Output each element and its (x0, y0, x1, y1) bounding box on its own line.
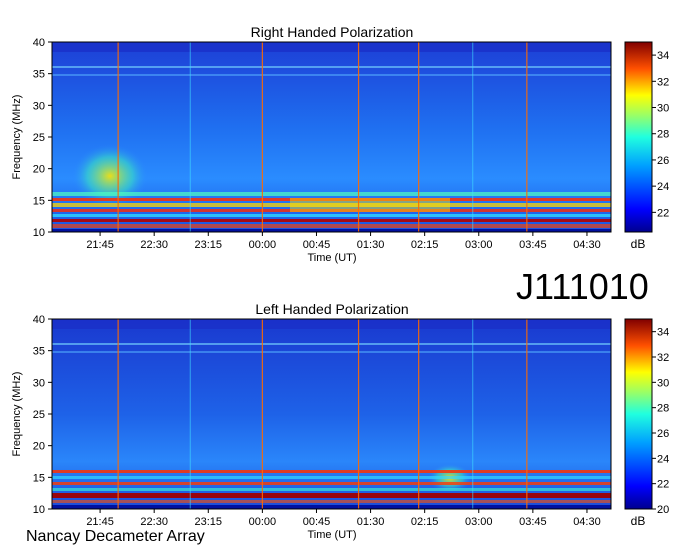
plot-area-left (51, 318, 612, 510)
colorbar-tick-label: 24 (657, 181, 669, 193)
observation-id: J111010 (516, 266, 649, 307)
x-axis-right: 21:45 22:30 23:15 00:00 00:45 01:30 02:15 03:00… (86, 232, 601, 251)
chart-title-left: Left Handed Polarization (255, 301, 408, 317)
y-tick-label: 35 (33, 69, 45, 81)
colorbar-tick-label: 28 (657, 403, 669, 415)
y-tick-label: 30 (33, 377, 45, 389)
colorbar-tick-label: 26 (657, 428, 669, 440)
colorbar-left (624, 318, 653, 510)
colorbar-tick-label: 30 (657, 377, 669, 389)
x-tick-label: 01:30 (357, 239, 385, 251)
colorbar-tick-label: 20 (657, 504, 669, 516)
x-tick-label: 00:00 (249, 239, 277, 251)
x-tick-label: 03:00 (465, 239, 493, 251)
x-tick-label: 03:45 (519, 239, 547, 251)
y-tick-label: 10 (33, 504, 45, 516)
x-tick-label: 04:30 (573, 239, 601, 251)
y-tick-label: 25 (33, 409, 45, 421)
colorbar-right (624, 41, 653, 233)
instrument-name: Nancay Decameter Array (26, 528, 205, 545)
y-axis-label-right: Frequency (MHz) (11, 95, 23, 180)
y-tick-label: 15 (33, 472, 45, 484)
colorbar-tick-label: 28 (657, 129, 669, 141)
x-tick-label: 22:30 (140, 239, 168, 251)
colorbar-tick-label: 22 (657, 207, 669, 219)
heatmap-band (290, 198, 450, 212)
x-tick-label: 21:45 (86, 239, 114, 251)
x-tick-label: 21:45 (86, 516, 114, 528)
colorbar-tick-label: 34 (657, 50, 669, 62)
x-tick-label: 03:00 (465, 516, 493, 528)
panel-right-handed: Right Handed Polarization 10 15 20 25 30 35 40… (11, 24, 669, 264)
y-tick-label: 40 (33, 314, 45, 326)
x-tick-label: 00:45 (303, 516, 331, 528)
y-tick-label: 35 (33, 346, 45, 358)
x-tick-label: 00:45 (303, 239, 331, 251)
colorbar-tick-label: 32 (657, 76, 669, 88)
colorbar-tick-label: 24 (657, 453, 669, 465)
y-tick-label: 20 (33, 441, 45, 453)
x-tick-label: 02:15 (411, 239, 439, 251)
plot-area-right (51, 41, 612, 233)
y-tick-label: 25 (33, 132, 45, 144)
x-tick-label: 01:30 (357, 516, 385, 528)
x-axis-label-left: Time (UT) (307, 529, 356, 541)
x-tick-label: 03:45 (519, 516, 547, 528)
x-tick-label: 23:15 (195, 516, 223, 528)
colorbar-tick-label: 30 (657, 103, 669, 115)
y-axis-right: 10 15 20 25 30 35 40 (33, 37, 52, 239)
x-tick-label: 00:00 (249, 516, 277, 528)
y-axis-left: 10 15 20 25 30 35 40 (33, 314, 52, 516)
colorbar-tick-label: 32 (657, 352, 669, 364)
x-tick-label: 23:15 (195, 239, 223, 251)
x-axis-left: 21:45 22:30 23:15 00:00 00:45 01:30 02:15 03:00… (86, 509, 601, 528)
x-axis-label-right: Time (UT) (307, 252, 356, 264)
colorbar-unit-right: dB (631, 237, 646, 251)
chart-title-right: Right Handed Polarization (251, 24, 414, 40)
y-tick-label: 30 (33, 100, 45, 112)
colorbar-tick-label: 26 (657, 155, 669, 167)
colorbar-unit-left: dB (631, 514, 646, 528)
y-tick-label: 10 (33, 227, 45, 239)
y-tick-label: 15 (33, 195, 45, 207)
panel-left-handed: Left Handed Polarization 10152025303540 … (11, 301, 669, 541)
y-axis-label-left: Frequency (MHz) (11, 372, 23, 457)
x-tick-label: 04:30 (573, 516, 601, 528)
y-tick-label: 40 (33, 37, 45, 49)
y-tick-label: 20 (33, 164, 45, 176)
colorbar-tick-label: 34 (657, 327, 669, 339)
x-tick-label: 22:30 (140, 516, 168, 528)
colorbar-tick-label: 22 (657, 479, 669, 491)
x-tick-label: 02:15 (411, 516, 439, 528)
colorbar-ticks-left: 20 22 24 26 28 30 32 34 (652, 327, 669, 516)
colorbar-ticks-right: 22 24 26 28 30 32 34 (652, 50, 669, 219)
